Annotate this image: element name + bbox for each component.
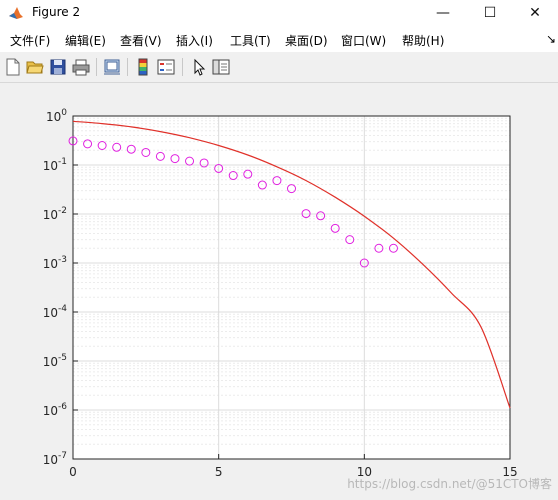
property-editor-icon[interactable]	[212, 58, 230, 76]
y-tick-base: 10	[43, 208, 58, 222]
y-tick-label: 10-2	[43, 206, 67, 222]
x-tick-label: 5	[215, 465, 223, 479]
y-tick-label: 10-5	[43, 353, 67, 369]
y-tick-exponent: -2	[58, 206, 67, 216]
y-tick-exponent: -6	[58, 402, 67, 412]
menu-help[interactable]: 帮助(H)	[402, 32, 444, 49]
link-figure-icon[interactable]	[103, 58, 121, 76]
log-scale-plot[interactable]: 0 5 10 1510010-110-210-310-410-510-610-7	[0, 83, 558, 500]
toolbar-separator	[182, 58, 183, 76]
y-tick-base: 10	[43, 257, 58, 271]
y-tick-exponent: -5	[58, 353, 67, 363]
menu-view[interactable]: 查看(V)	[120, 32, 162, 49]
x-tick-label: 0	[69, 465, 77, 479]
y-tick-exponent: -7	[58, 451, 67, 461]
menu-overflow-icon[interactable]: ↘	[546, 32, 556, 46]
y-tick-label: 10-7	[43, 451, 67, 467]
toolbar-separator	[96, 58, 97, 76]
toolbar	[0, 52, 558, 83]
menu-window[interactable]: 窗口(W)	[341, 32, 386, 49]
menu-insert[interactable]: 插入(I)	[176, 32, 213, 49]
y-tick-label: 100	[46, 108, 67, 124]
legend-icon[interactable]	[157, 58, 175, 76]
print-icon[interactable]	[72, 58, 90, 76]
new-file-icon[interactable]	[4, 58, 22, 76]
y-tick-exponent: -3	[58, 255, 67, 265]
y-tick-exponent: -4	[58, 304, 67, 314]
y-tick-label: 10-3	[43, 255, 67, 271]
y-tick-exponent: -1	[58, 157, 67, 167]
y-tick-base: 10	[43, 355, 58, 369]
figure-area: 0 5 10 15 100 10-1 10-2 10-3 10-4 10-5 10-6 10-7 ht…	[0, 83, 558, 500]
colorbar-icon[interactable]	[134, 58, 152, 76]
watermark: https://blog.csdn.net/@51CTO博客	[347, 477, 552, 491]
y-tick-base: 10	[43, 306, 58, 320]
y-tick-base: 10	[43, 159, 58, 173]
close-button[interactable]: ✕	[512, 0, 558, 26]
minimize-button[interactable]: —	[420, 0, 466, 26]
menu-tools[interactable]: 工具(T)	[230, 32, 271, 49]
y-tick-base: 10	[46, 110, 61, 124]
y-tick-base: 10	[43, 453, 58, 467]
y-tick-base: 10	[43, 404, 58, 418]
matlab-logo-icon	[9, 7, 23, 19]
toolbar-separator	[127, 58, 128, 76]
open-folder-icon[interactable]	[26, 58, 44, 76]
y-tick-exponent: 0	[61, 108, 67, 118]
menu-edit[interactable]: 编辑(E)	[65, 32, 106, 49]
y-tick-label: 10-6	[43, 402, 68, 418]
y-tick-label: 10-4	[43, 304, 68, 320]
window-title: Figure 2	[32, 5, 81, 19]
maximize-button[interactable]: ☐	[467, 0, 513, 26]
menu-bar: 文件(F) 编辑(E) 查看(V) 插入(I) 工具(T) 桌面(D) 窗口(W…	[0, 26, 558, 52]
minimize-icon: —	[436, 5, 450, 21]
pointer-icon[interactable]	[190, 58, 208, 76]
save-icon[interactable]	[49, 58, 67, 76]
window-titlebar: Figure 2 — ☐ ✕	[0, 0, 558, 26]
menu-file[interactable]: 文件(F)	[10, 32, 50, 49]
close-icon: ✕	[529, 5, 541, 21]
menu-desktop[interactable]: 桌面(D)	[285, 32, 328, 49]
maximize-icon: ☐	[483, 5, 497, 21]
y-tick-label: 10-1	[43, 157, 67, 173]
